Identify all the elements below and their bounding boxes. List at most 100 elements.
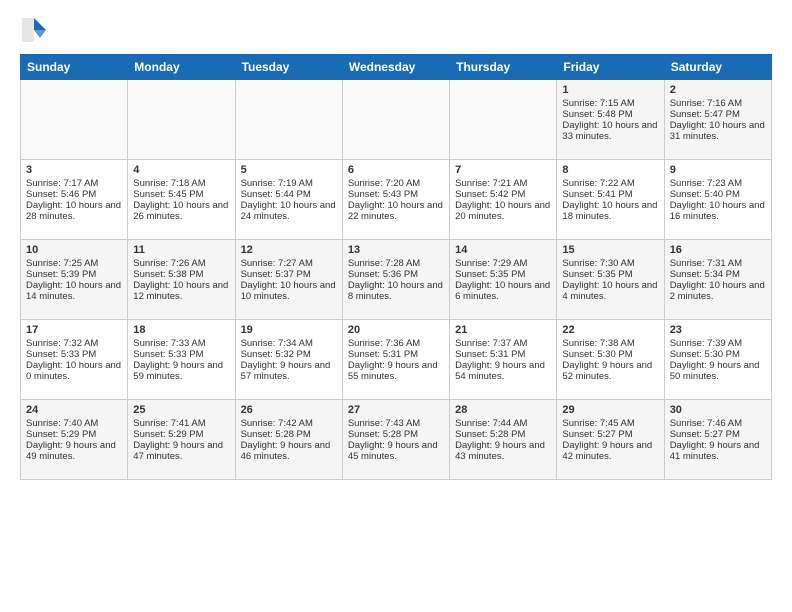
- day-number: 26: [241, 404, 337, 416]
- calendar-cell: 8Sunrise: 7:22 AMSunset: 5:41 PMDaylight…: [557, 160, 664, 240]
- calendar-cell: 30Sunrise: 7:46 AMSunset: 5:27 PMDayligh…: [664, 400, 771, 480]
- day-number: 2: [670, 84, 766, 96]
- day-info: Daylight: 9 hours and 57 minutes.: [241, 360, 337, 382]
- calendar-row: 24 Sunrise: 7:40 AMSunset: 5:29 PM Dayligh…: [21, 400, 772, 480]
- day-number: 10: [26, 244, 122, 256]
- day-info: Daylight: 9 hours and 46 minutes.: [241, 440, 337, 462]
- day-number: 19: [241, 324, 337, 336]
- day-info: Sunrise: 7:39 AM: [670, 338, 766, 349]
- calendar-cell: 27Sunrise: 7:43 AMSunset: 5:28 PMDayligh…: [342, 400, 449, 480]
- day-number: 8: [562, 164, 658, 176]
- weekday-header: Sunday: [21, 55, 128, 80]
- logo-icon: [20, 16, 48, 44]
- day-info: Sunset: 5:48 PM: [562, 109, 658, 120]
- day-info: Daylight: 9 hours and 42 minutes.: [562, 440, 658, 462]
- weekday-header: Monday: [128, 55, 235, 80]
- day-info: Daylight: 10 hours and 20 minutes.: [455, 200, 551, 222]
- day-info: Daylight: 9 hours and 45 minutes.: [348, 440, 444, 462]
- day-info: Sunset: 5:35 PM: [455, 269, 551, 280]
- day-info: Sunset: 5:43 PM: [348, 189, 444, 200]
- day-info: Sunrise: 7:19 AM: [241, 178, 337, 189]
- day-info: Sunset: 5:32 PM: [241, 349, 337, 360]
- day-info: Sunset: 5:39 PM: [26, 269, 122, 280]
- day-info: Sunrise: 7:22 AM: [562, 178, 658, 189]
- day-number: 21: [455, 324, 551, 336]
- day-info: Daylight: 10 hours and 2 minutes.: [670, 280, 766, 302]
- day-info: Daylight: 9 hours and 55 minutes.: [348, 360, 444, 382]
- day-info: Sunset: 5:31 PM: [455, 349, 551, 360]
- weekday-header-row: SundayMondayTuesdayWednesdayThursdayFrid…: [21, 55, 772, 80]
- calendar-cell: 29 Sunrise: 7:45 AMSunset: 5:27 PMDayligh…: [557, 400, 664, 480]
- day-info: Sunrise: 7:36 AM: [348, 338, 444, 349]
- day-info: Sunrise: 7:29 AM: [455, 258, 551, 269]
- day-info: Sunset: 5:37 PM: [241, 269, 337, 280]
- weekday-header: Wednesday: [342, 55, 449, 80]
- day-info: Sunset: 5:36 PM: [348, 269, 444, 280]
- calendar-cell: 25Sunrise: 7:41 AMSunset: 5:29 PMDayligh…: [128, 400, 235, 480]
- calendar-cell: [128, 80, 235, 160]
- day-info: Daylight: 10 hours and 6 minutes.: [455, 280, 551, 302]
- day-info: Sunrise: 7:17 AM: [26, 178, 122, 189]
- day-info: Sunset: 5:28 PM: [455, 429, 551, 440]
- day-info: Sunset: 5:29 PM: [26, 429, 122, 440]
- day-info: Sunrise: 7:20 AM: [348, 178, 444, 189]
- day-number: 20: [348, 324, 444, 336]
- calendar-cell: 5Sunrise: 7:19 AMSunset: 5:44 PMDaylight…: [235, 160, 342, 240]
- day-info: Sunrise: 7:25 AM: [26, 258, 122, 269]
- day-info: Daylight: 9 hours and 47 minutes.: [133, 440, 229, 462]
- calendar-cell: 14Sunrise: 7:29 AMSunset: 5:35 PMDayligh…: [450, 240, 557, 320]
- day-info: Daylight: 9 hours and 50 minutes.: [670, 360, 766, 382]
- day-number: 11: [133, 244, 229, 256]
- day-info: Daylight: 9 hours and 52 minutes.: [562, 360, 658, 382]
- day-info: Daylight: 10 hours and 33 minutes.: [562, 120, 658, 142]
- day-number: 15: [562, 244, 658, 256]
- calendar-row: 3Sunrise: 7:17 AMSunset: 5:46 PMDaylight…: [21, 160, 772, 240]
- calendar-cell: 7Sunrise: 7:21 AMSunset: 5:42 PMDaylight…: [450, 160, 557, 240]
- calendar-cell: 4Sunrise: 7:18 AMSunset: 5:45 PMDaylight…: [128, 160, 235, 240]
- day-info: Sunrise: 7:31 AM: [670, 258, 766, 269]
- day-info: Sunrise: 7:16 AM: [670, 98, 766, 109]
- day-number: 6: [348, 164, 444, 176]
- calendar: SundayMondayTuesdayWednesdayThursdayFrid…: [20, 54, 772, 480]
- day-info: Sunset: 5:31 PM: [348, 349, 444, 360]
- day-info: Sunrise: 7:32 AM: [26, 338, 122, 349]
- calendar-cell: 16Sunrise: 7:31 AMSunset: 5:34 PMDayligh…: [664, 240, 771, 320]
- day-info: Sunset: 5:30 PM: [562, 349, 658, 360]
- day-info: Sunset: 5:34 PM: [670, 269, 766, 280]
- day-info: Sunrise: 7:45 AM: [562, 418, 658, 429]
- day-info: Daylight: 10 hours and 26 minutes.: [133, 200, 229, 222]
- calendar-cell: [235, 80, 342, 160]
- calendar-cell: [342, 80, 449, 160]
- calendar-cell: 9Sunrise: 7:23 AMSunset: 5:40 PMDaylight…: [664, 160, 771, 240]
- logo: [20, 16, 52, 44]
- day-info: Sunrise: 7:23 AM: [670, 178, 766, 189]
- day-info: Sunset: 5:28 PM: [241, 429, 337, 440]
- weekday-header: Friday: [557, 55, 664, 80]
- day-number: 29: [562, 404, 658, 416]
- day-info: Sunrise: 7:30 AM: [562, 258, 658, 269]
- day-info: Sunset: 5:30 PM: [670, 349, 766, 360]
- calendar-cell: 19Sunrise: 7:34 AMSunset: 5:32 PMDayligh…: [235, 320, 342, 400]
- day-info: Sunrise: 7:43 AM: [348, 418, 444, 429]
- day-info: Daylight: 10 hours and 16 minutes.: [670, 200, 766, 222]
- day-number: 24: [26, 404, 122, 416]
- calendar-row: 10 Sunrise: 7:25 AMSunset: 5:39 PM Dayligh…: [21, 240, 772, 320]
- calendar-cell: 6 Sunrise: 7:20 AMSunset: 5:43 PMDaylight…: [342, 160, 449, 240]
- day-info: Daylight: 10 hours and 4 minutes.: [562, 280, 658, 302]
- day-info: Sunset: 5:47 PM: [670, 109, 766, 120]
- day-info: Daylight: 9 hours and 54 minutes.: [455, 360, 551, 382]
- day-info: Daylight: 9 hours and 43 minutes.: [455, 440, 551, 462]
- day-info: Sunrise: 7:21 AM: [455, 178, 551, 189]
- day-info: Daylight: 10 hours and 31 minutes.: [670, 120, 766, 142]
- calendar-row: 17Sunrise: 7:32 AMSunset: 5:33 PMDayligh…: [21, 320, 772, 400]
- calendar-cell: 13Sunrise: 7:28 AMSunset: 5:36 PMDayligh…: [342, 240, 449, 320]
- calendar-cell: [450, 80, 557, 160]
- day-info: Daylight: 10 hours and 10 minutes.: [241, 280, 337, 302]
- calendar-cell: 12Sunrise: 7:27 AMSunset: 5:37 PMDayligh…: [235, 240, 342, 320]
- day-info: Sunset: 5:27 PM: [562, 429, 658, 440]
- day-number: 1: [562, 84, 658, 96]
- day-info: Daylight: 10 hours and 12 minutes.: [133, 280, 229, 302]
- day-info: Daylight: 10 hours and 18 minutes.: [562, 200, 658, 222]
- day-info: Sunrise: 7:40 AM: [26, 418, 122, 429]
- day-info: Daylight: 10 hours and 22 minutes.: [348, 200, 444, 222]
